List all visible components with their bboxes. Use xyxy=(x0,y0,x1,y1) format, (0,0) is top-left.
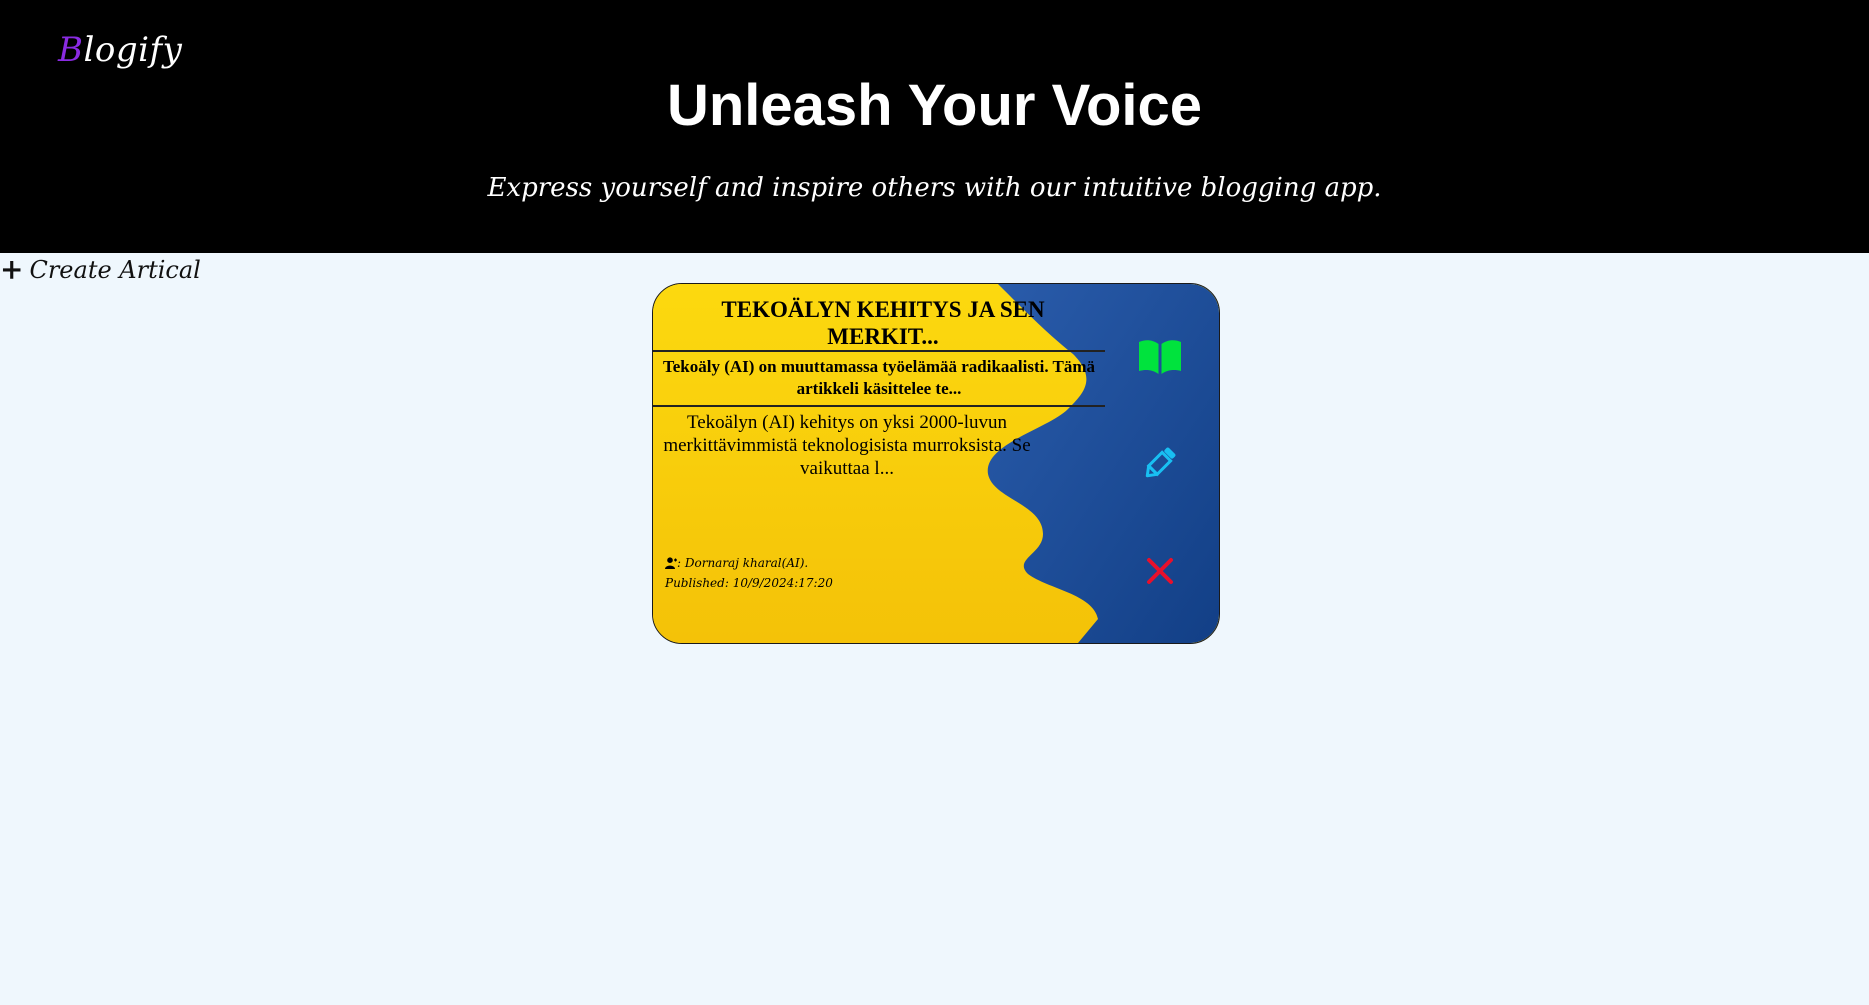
article-summary: Tekoäly (AI) on muuttamassa työelämää ra… xyxy=(662,357,1096,398)
article-card: TEKOÄLYN KEHITYS JA SEN MERKIT... Tekoäl… xyxy=(652,283,1220,644)
logo[interactable]: Blogify xyxy=(58,30,182,70)
author-name: : Dornaraj kharal(AI). xyxy=(677,556,809,570)
book-open-icon xyxy=(1139,340,1181,374)
delete-button[interactable] xyxy=(1135,546,1185,596)
published-date: Published: 10/9/2024:17:20 xyxy=(665,576,833,590)
hero-banner: Blogify Unleash Your Voice Express yours… xyxy=(0,0,1869,253)
hero-title: Unleash Your Voice xyxy=(666,73,1203,138)
read-button[interactable] xyxy=(1135,332,1185,382)
pencil-icon xyxy=(1145,447,1176,478)
title-divider xyxy=(653,350,1105,352)
create-article-label: Create Artical xyxy=(29,255,201,284)
plus-icon: + xyxy=(0,253,24,286)
logo-text: logify xyxy=(83,30,183,70)
logo-first-letter: B xyxy=(58,30,84,70)
summary-divider xyxy=(653,405,1105,407)
article-meta: : Dornaraj kharal(AI). Published: 10/9/2… xyxy=(665,554,833,592)
article-title: TEKOÄLYN KEHITYS JA SEN MERKIT... xyxy=(721,297,1045,349)
user-icon xyxy=(665,556,677,574)
hero-subtitle: Express yourself and inspire others with… xyxy=(487,173,1382,203)
author-line: : Dornaraj kharal(AI). xyxy=(665,554,833,574)
edit-button[interactable] xyxy=(1135,438,1185,488)
close-icon xyxy=(1147,558,1173,584)
article-body: Tekoälyn (AI) kehitys on yksi 2000-luvun… xyxy=(663,412,1031,479)
create-article-link[interactable]: + Create Artical xyxy=(0,253,201,286)
